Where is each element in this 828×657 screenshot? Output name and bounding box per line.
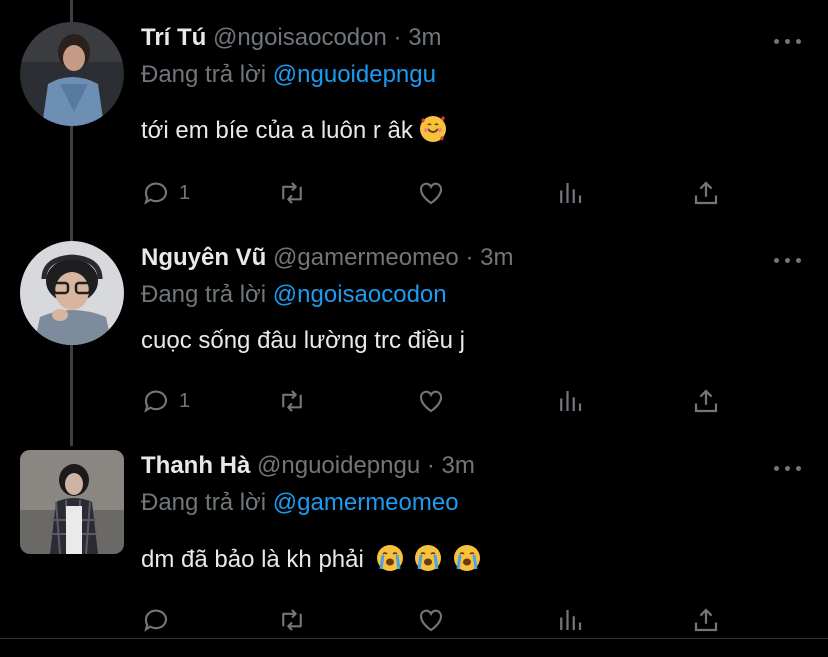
retweet-icon [282,390,302,412]
analytics-icon [560,391,582,411]
mention-link[interactable]: @nguoidepngu [273,61,436,88]
tweet-text: cuọc sống đâu lường trc điều j [141,327,465,355]
retweet-button[interactable] [277,381,307,421]
like-button[interactable] [416,381,446,421]
loudly-crying-face-icon [376,545,403,571]
tweet-header: Nguyên Vũ @gamermeomeo · 3m [141,244,513,272]
tweet-text: tới em bíe của a luôn r âk [141,116,446,145]
timestamp[interactable]: 3m [480,244,513,271]
analytics-button[interactable] [555,173,585,213]
more-icon[interactable] [774,255,802,265]
author-handle[interactable]: @nguoidepngu [257,452,420,479]
like-icon [419,182,443,205]
share-icon [694,389,718,413]
timestamp[interactable]: 3m [408,24,441,51]
smiling-face-with-hearts-icon [419,116,446,142]
divider [0,638,828,639]
author-handle[interactable]: @gamermeomeo [273,244,459,271]
separator-dot: · [465,244,474,271]
share-icon [694,608,718,632]
more-icon[interactable] [774,463,802,473]
share-button[interactable] [691,173,721,213]
replying-to: Đang trả lời @gamermeomeo [141,489,459,517]
analytics-button[interactable] [555,381,585,421]
replying-to-label: Đang trả lời [141,489,267,516]
mention-link[interactable]: @ngoisaocodon [273,281,447,308]
author-name[interactable]: Nguyên Vũ [141,244,266,271]
analytics-icon [560,183,582,203]
replying-to: Đang trả lời @ngoisaocodon [141,281,447,309]
share-button[interactable] [691,381,721,421]
separator-dot: · [393,24,402,51]
more-icon[interactable] [774,36,802,46]
tweet-text-body: dm đã bảo là kh phải [141,546,364,573]
author-handle[interactable]: @ngoisaocodon [213,24,387,51]
tweet-text-body: cuọc sống đâu lường trc điều j [141,327,465,354]
like-icon [419,609,443,632]
tweet-actions: 1 [141,173,741,213]
retweet-button[interactable] [277,600,307,640]
tweet-text: dm đã bảo là kh phải [141,545,480,574]
like-icon [419,390,443,413]
tweet-header: Thanh Hà @nguoidepngu · 3m [141,452,475,480]
tweet-header: Trí Tú @ngoisaocodon · 3m [141,24,442,52]
reply-count: 1 [179,181,191,204]
author-name[interactable]: Trí Tú [141,24,206,51]
reply-icon [144,390,168,413]
reply-count: 1 [179,389,191,412]
replying-to-label: Đang trả lời [141,61,267,88]
separator-dot: · [426,452,435,479]
reply-button[interactable] [141,600,171,640]
tweet-actions [141,600,741,640]
retweet-button[interactable] [277,173,307,213]
reply-button[interactable]: 1 [141,381,190,421]
mention-link[interactable]: @gamermeomeo [273,489,459,516]
avatar[interactable] [20,22,124,126]
retweet-icon [282,609,302,631]
share-button[interactable] [691,600,721,640]
replying-to: Đang trả lời @nguoidepngu [141,61,436,89]
avatar[interactable] [20,241,124,345]
tweet-actions: 1 [141,381,741,421]
reply-icon [144,609,168,632]
tweet-text-body: tới em bíe của a luôn r âk [141,117,413,144]
avatar[interactable] [20,450,124,554]
reply-button[interactable]: 1 [141,173,190,213]
like-button[interactable] [416,173,446,213]
analytics-button[interactable] [555,600,585,640]
reply-icon [144,182,168,205]
replying-to-label: Đang trả lời [141,281,267,308]
retweet-icon [282,182,302,204]
loudly-crying-face-icon [415,545,442,571]
timestamp[interactable]: 3m [442,452,475,479]
loudly-crying-face-icon [453,545,480,571]
share-icon [694,181,718,205]
like-button[interactable] [416,600,446,640]
author-name[interactable]: Thanh Hà [141,452,250,479]
analytics-icon [560,610,582,630]
